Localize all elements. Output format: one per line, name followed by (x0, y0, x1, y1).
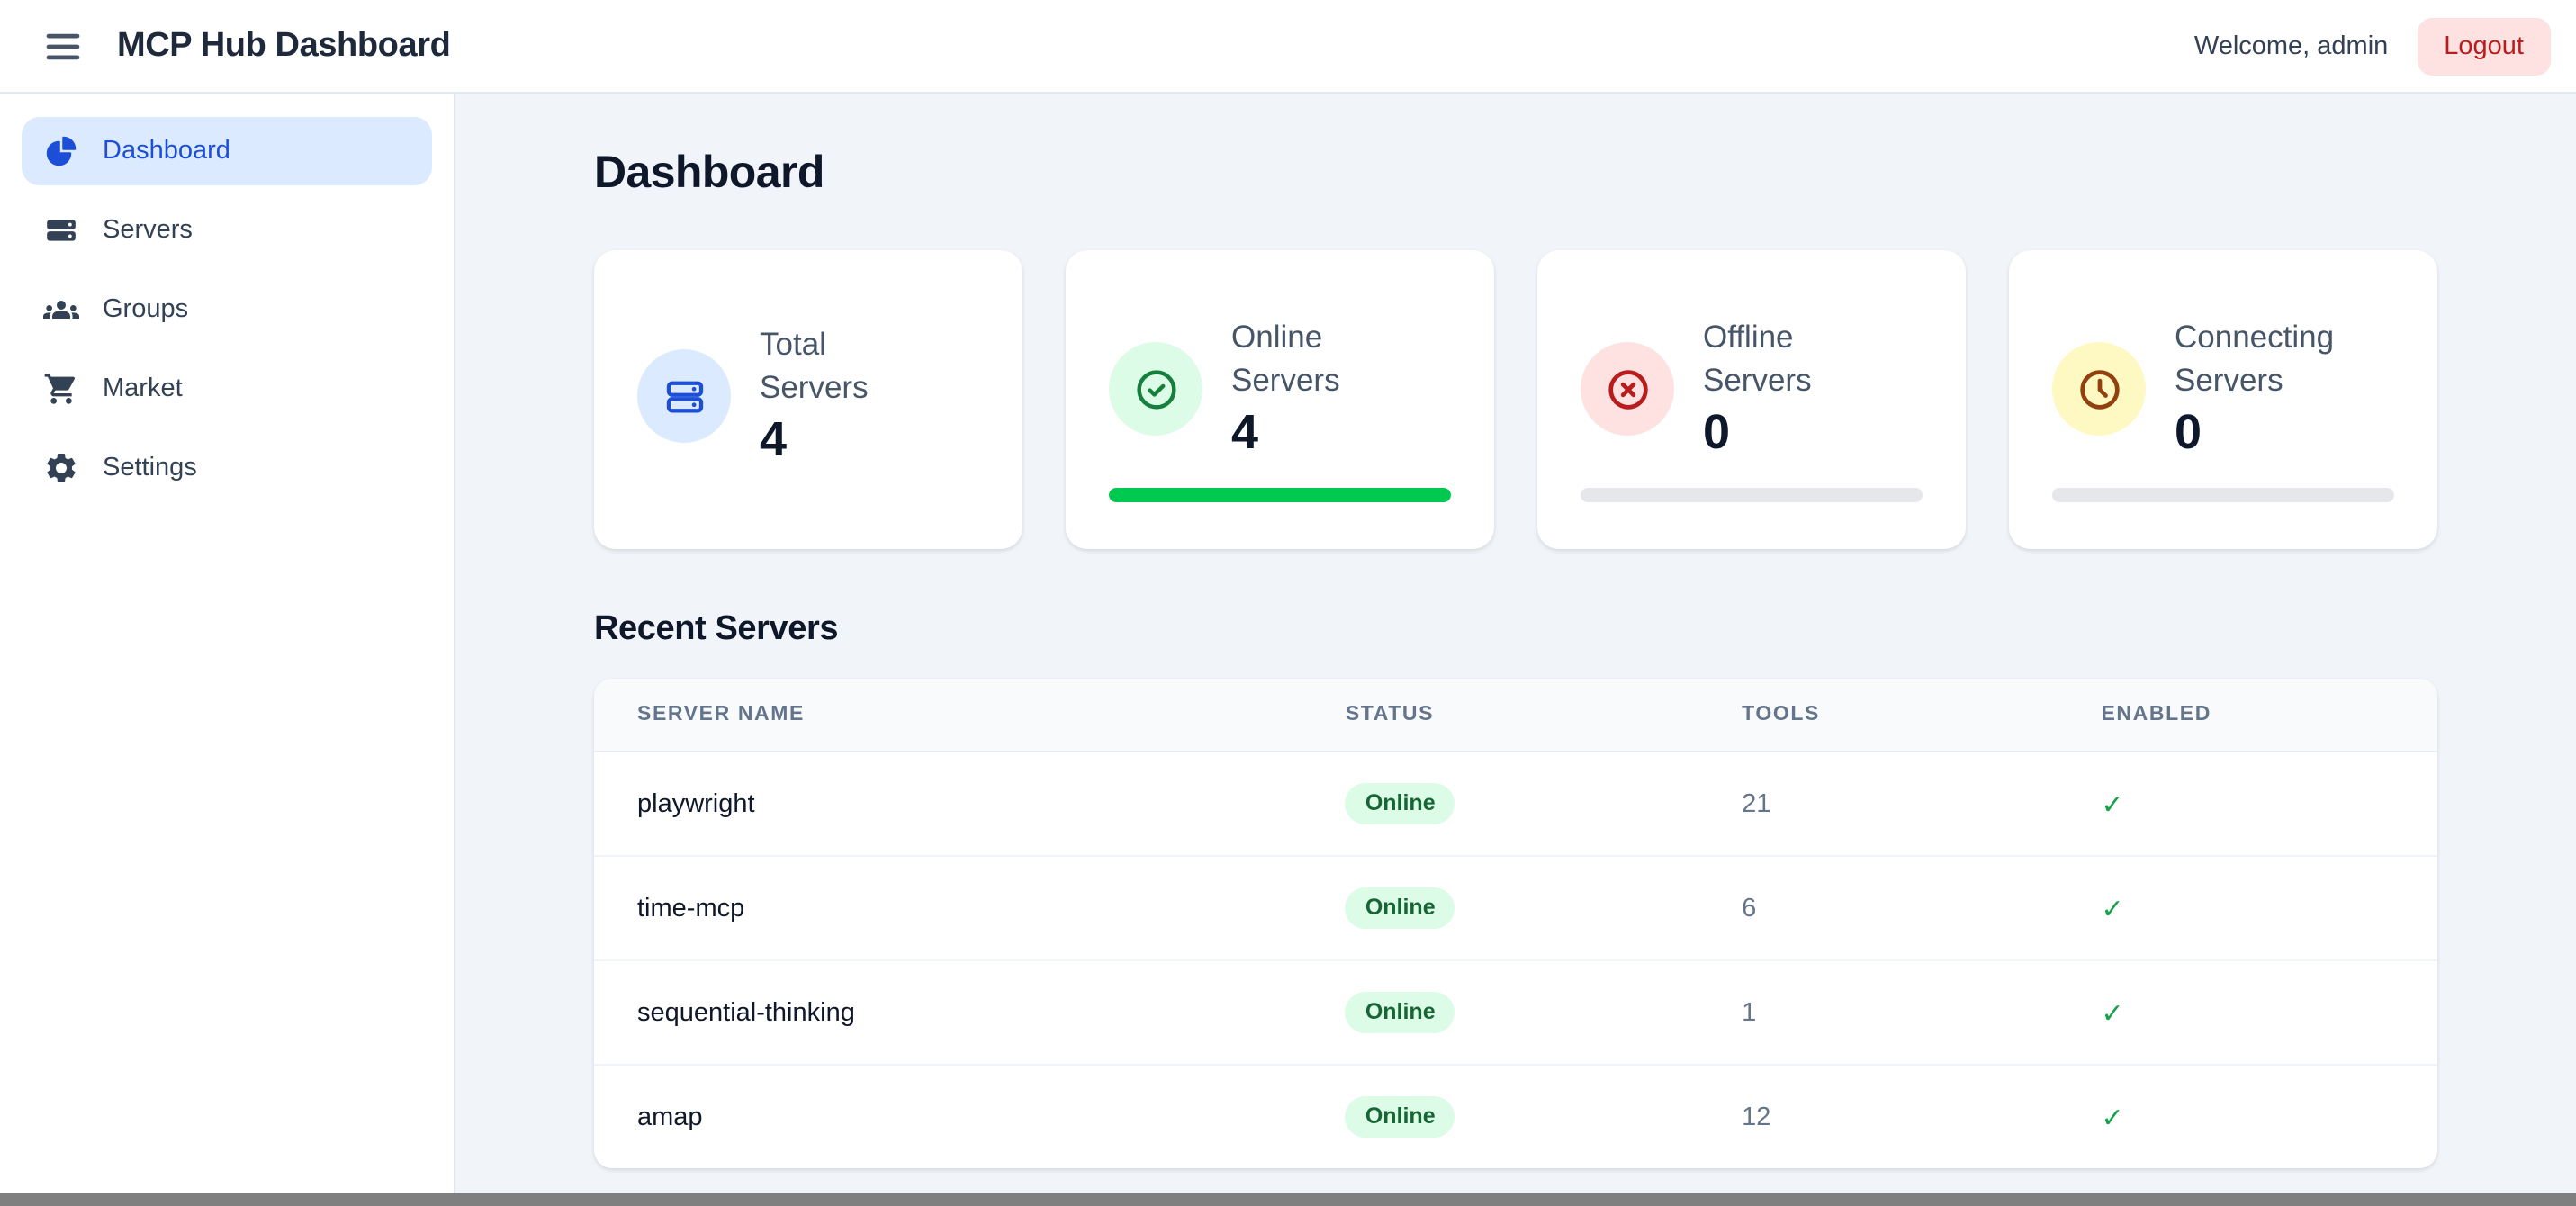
sidebar-item-label: Servers (103, 216, 193, 245)
table-row[interactable]: playwright Online 21 ✓ (594, 752, 2437, 856)
server-name-cell: time-mcp (594, 856, 1317, 960)
stat-card-total-servers: Total Servers 4 (594, 250, 1022, 549)
stat-card-connecting-servers: Connecting Servers 0 (2009, 250, 2437, 549)
column-header-status: STATUS (1317, 679, 1713, 752)
column-header-server-name: SERVER NAME (594, 679, 1317, 752)
sidebar-item-label: Groups (103, 295, 188, 324)
progress-bar (1109, 488, 1451, 502)
progress-fill (1109, 488, 1451, 502)
logout-button[interactable]: Logout (2417, 17, 2551, 75)
horizontal-scrollbar[interactable] (0, 1193, 2576, 1206)
tools-cell: 21 (1713, 752, 2072, 856)
welcome-text: Welcome, admin (2194, 32, 2388, 60)
status-badge: Online (1346, 1096, 1455, 1138)
sidebar-item-groups[interactable]: Groups (22, 275, 432, 344)
top-bar: MCP Hub Dashboard Welcome, admin Logout (0, 0, 2576, 94)
recent-servers-title: Recent Servers (594, 610, 2437, 650)
column-header-tools: TOOLS (1713, 679, 2072, 752)
stat-card-online-servers: Online Servers 4 (1066, 250, 1494, 549)
sidebar-item-market[interactable]: Market (22, 355, 432, 423)
stat-value: 4 (1231, 405, 1404, 461)
stat-value: 4 (760, 412, 932, 468)
stat-cards-row: Total Servers 4 (594, 250, 2437, 549)
groups-icon (43, 292, 79, 328)
stat-value: 0 (2175, 405, 2347, 461)
table-row[interactable]: time-mcp Online 6 ✓ (594, 856, 2437, 960)
sidebar-item-label: Dashboard (103, 137, 230, 166)
stat-label: Online Servers (1231, 317, 1404, 402)
recent-servers-table: SERVER NAME STATUS TOOLS ENABLED playwri… (594, 679, 2437, 1168)
check-circle-icon (1109, 342, 1202, 436)
main-area: Dashboard (455, 94, 2576, 1193)
enabled-check-icon: ✓ (2101, 1102, 2123, 1133)
server-stack-icon (43, 212, 79, 248)
server-name-cell: amap (594, 1065, 1317, 1168)
progress-bar (2052, 488, 2394, 502)
shopping-cart-icon (43, 371, 79, 407)
status-badge: Online (1346, 887, 1455, 929)
progress-bar (1581, 488, 1923, 502)
tools-cell: 12 (1713, 1065, 2072, 1168)
table-row[interactable]: amap Online 12 ✓ (594, 1065, 2437, 1168)
table-header-row: SERVER NAME STATUS TOOLS ENABLED (594, 679, 2437, 752)
x-circle-icon (1581, 342, 1674, 436)
recent-servers-table-card: SERVER NAME STATUS TOOLS ENABLED playwri… (594, 679, 2437, 1168)
table-row[interactable]: sequential-thinking Online 1 ✓ (594, 960, 2437, 1065)
app-window: MCP Hub Dashboard Welcome, admin Logout … (0, 0, 2576, 1206)
sidebar-item-dashboard[interactable]: Dashboard (22, 117, 432, 185)
server-icon (637, 349, 731, 443)
hamburger-menu-icon[interactable] (40, 22, 86, 69)
sidebar-item-label: Market (103, 374, 183, 403)
sidebar-item-label: Settings (103, 454, 197, 482)
stat-label: Total Servers (760, 324, 932, 410)
sidebar: Dashboard Servers (0, 94, 455, 1193)
sidebar-item-settings[interactable]: Settings (22, 434, 432, 502)
page-title: Dashboard (594, 148, 2437, 200)
tools-cell: 6 (1713, 856, 2072, 960)
server-name-cell: sequential-thinking (594, 960, 1317, 1065)
stat-label: Offline Servers (1703, 317, 1876, 402)
column-header-enabled: ENABLED (2072, 679, 2437, 752)
stat-label: Connecting Servers (2175, 317, 2347, 402)
enabled-check-icon: ✓ (2101, 998, 2123, 1029)
gear-icon (43, 450, 79, 486)
tools-cell: 1 (1713, 960, 2072, 1065)
top-bar-right: Welcome, admin Logout (2194, 17, 2551, 75)
status-badge: Online (1346, 992, 1455, 1033)
status-badge: Online (1346, 783, 1455, 824)
stat-value: 0 (1703, 405, 1876, 461)
enabled-check-icon: ✓ (2101, 789, 2123, 820)
server-name-cell: playwright (594, 752, 1317, 856)
pie-chart-icon (43, 133, 79, 169)
stat-card-offline-servers: Offline Servers 0 (1537, 250, 1966, 549)
enabled-check-icon: ✓ (2101, 894, 2123, 924)
app-title: MCP Hub Dashboard (117, 26, 450, 66)
sidebar-item-servers[interactable]: Servers (22, 196, 432, 265)
clock-icon (2052, 342, 2146, 436)
